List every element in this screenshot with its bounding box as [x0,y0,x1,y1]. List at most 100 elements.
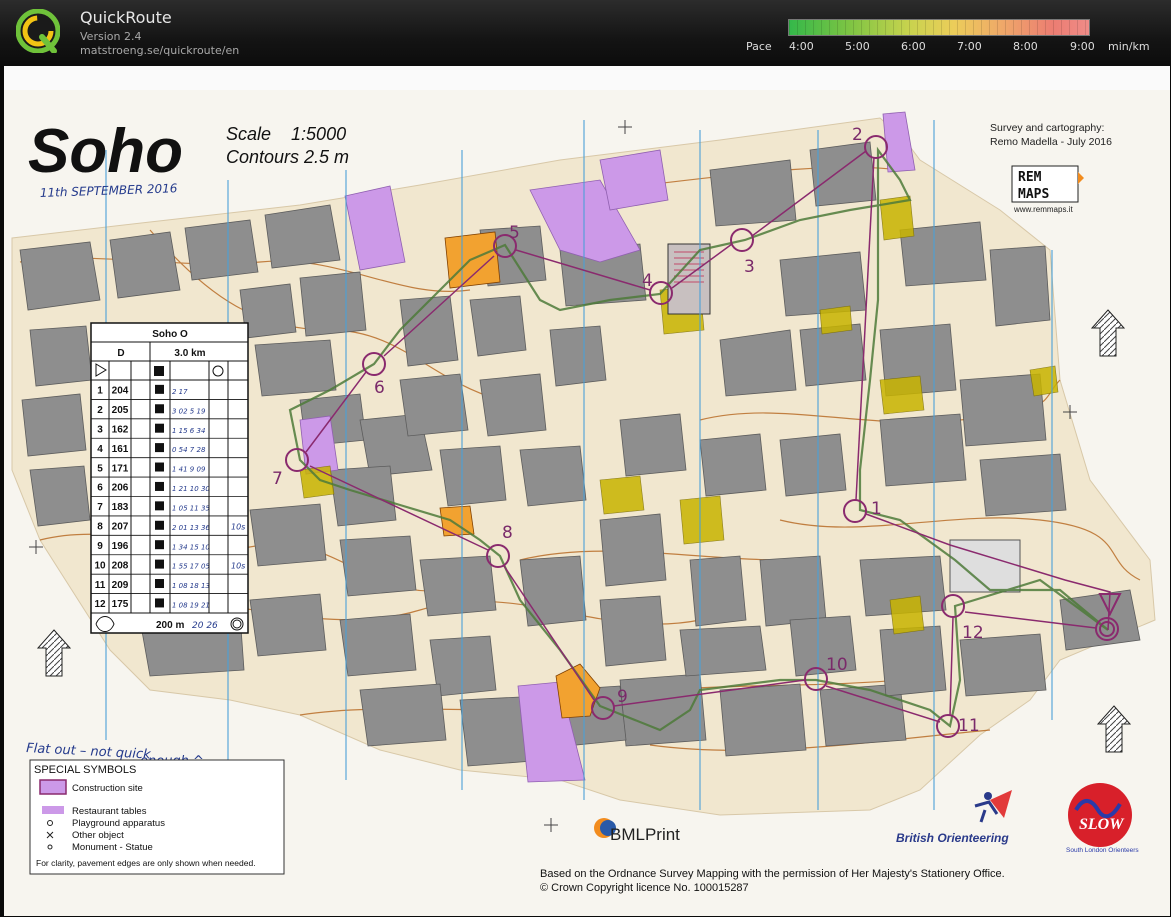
legend-item: Restaurant tables [72,806,147,817]
remmaps-logo-rem: REM [1018,170,1042,185]
sheet-row-code: 207 [112,522,129,533]
sheet-row-split: 0 54 7 28 [172,446,206,454]
sheet-finish-note: 20 26 [192,621,218,631]
pace-tick: 8:00 [1013,40,1038,53]
sheet-row-code: 208 [112,560,129,571]
pace-unit: min/km [1108,40,1150,53]
special-symbols-legend: SPECIAL SYMBOLS Construction site Restau… [29,759,285,875]
feature-symbol-icon [155,423,164,433]
app-title: QuickRoute [80,8,172,27]
control-number: 8 [502,523,513,543]
sheet-length: 3.0 km [174,348,205,359]
copyright-line: Based on the Ordnance Survey Mapping wit… [540,868,1005,880]
sheet-row-split: 3 02 5 19 [172,407,206,415]
sheet-row-split: 2 17 [172,388,188,396]
feature-symbol-icon [155,501,164,511]
legend-item: Playground apparatus [72,818,165,829]
map-top-margin [4,66,1170,90]
control-number: 1 [871,499,882,519]
bmlprint-text: BMLPrint [610,825,680,844]
sheet-row-code: 205 [112,405,129,416]
quickroute-header: QuickRoute Version 2.4 matstroeng.se/qui… [0,0,1171,66]
legend-footnote: For clarity, pavement edges are only sho… [36,858,256,868]
pace-color-scale [788,19,1090,36]
control-number: 10 [826,655,848,675]
sheet-row-number: 11 [95,580,106,591]
feature-symbol-icon [155,404,164,414]
map-scale: Scale 1:5000 [226,124,346,144]
legend-item: Other object [72,830,124,841]
remmaps-logo-maps: MAPS [1018,187,1049,202]
pace-tick: 9:00 [1070,40,1095,53]
feature-symbol-icon [155,540,164,550]
survey-line: Remo Madella - July 2016 [990,136,1112,148]
sheet-row-number: 3 [97,424,103,435]
slow-text: SLOW [1079,816,1125,833]
sheet-class: D [117,348,124,359]
feature-symbol-icon [155,579,164,589]
pace-tick: 4:00 [789,40,814,53]
sheet-row-split: 1 55 17 05 [172,563,210,571]
control-number: 6 [374,378,385,398]
sheet-row-number: 8 [97,522,103,533]
app-url: matstroeng.se/quickroute/en [80,44,240,57]
control-number: 2 [852,125,863,145]
construction-symbol-icon [39,779,67,795]
control-number: 9 [617,687,628,707]
control-number: 12 [962,623,984,643]
feature-symbol-icon [155,520,164,530]
app-version: Version 2.4 [80,30,142,43]
feature-symbol-icon [155,598,164,608]
sheet-row-split: 2 01 13 36 [172,524,210,532]
feature-symbol-icon [155,384,164,394]
sheet-row-side-note: 10s [231,523,245,532]
restaurant-tables-icon [42,806,64,814]
sheet-row-split: 1 34 15 10 [172,543,210,551]
sheet-row-side-note: 10s [231,561,245,570]
sheet-title: Soho O [152,329,188,340]
sheet-row-number: 12 [94,599,106,610]
sheet-row-number: 10 [94,560,106,571]
sheet-row-code: 209 [112,580,129,591]
copyright-line: © Crown Copyright licence No. 100015287 [540,882,749,894]
sheet-row-code: 196 [112,541,129,552]
sheet-row-number: 9 [97,541,103,552]
legend-item: Construction site [72,783,143,794]
survey-line: Survey and cartography: [990,122,1104,134]
pace-label: Pace [746,40,772,53]
sheet-row-split: 1 08 19 21 [172,602,210,610]
feature-symbol-icon [155,443,164,453]
orienteering-map[interactable]: 1 2 3 4 5 6 7 8 9 10 11 12 Soho Scale 1:… [0,66,1171,917]
pace-tick: 6:00 [901,40,926,53]
control-number: 7 [272,469,283,489]
sheet-row-split: 1 05 11 35 [172,504,210,512]
control-number: 4 [642,271,653,291]
control-number: 5 [509,223,520,243]
sheet-row-number: 6 [97,483,103,494]
pace-tick: 5:00 [845,40,870,53]
feature-symbol-icon [155,462,164,472]
sheet-row-code: 171 [112,463,129,474]
sheet-row-code: 183 [112,502,129,513]
sheet-row-code: 162 [112,424,129,435]
sheet-row-number: 4 [97,444,103,455]
map-title: Soho [28,117,183,186]
legend-title: SPECIAL SYMBOLS [34,764,136,776]
sheet-row-number: 7 [97,502,103,513]
slow-sub-text: South London Orienteers [1066,847,1139,854]
sheet-row-code: 204 [112,386,129,397]
sheet-row-code: 161 [112,444,129,455]
legend-item: Monument - Statue [72,842,153,853]
map-contours: Contours 2.5 m [226,147,349,167]
control-number: 11 [958,716,980,736]
sheet-row-number: 5 [97,463,103,474]
british-orienteering-text: British Orienteering [896,831,1009,845]
sheet-row-number: 2 [97,405,103,416]
sheet-row-number: 1 [97,386,103,397]
control-number: 3 [744,257,755,277]
sheet-finish: 200 m [156,620,184,631]
feature-symbol-icon [155,481,164,491]
sheet-row-split: 1 08 18 13 [172,582,210,590]
sheet-row-code: 206 [112,483,129,494]
sheet-row-split: 1 15 6 34 [172,427,205,435]
